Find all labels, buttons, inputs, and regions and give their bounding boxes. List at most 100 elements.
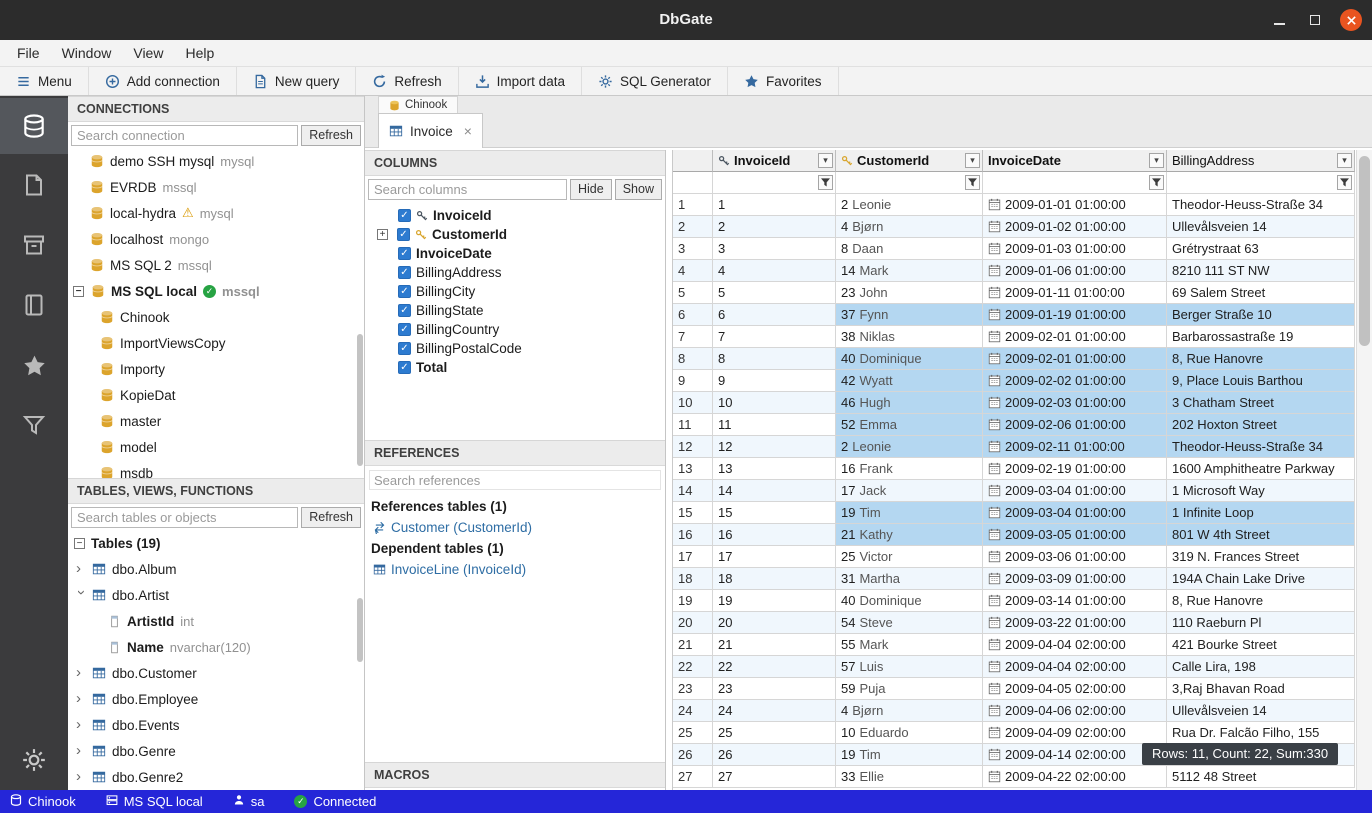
connections-refresh-button[interactable]: Refresh [301,125,361,146]
row-number-cell[interactable]: 9 [673,370,713,392]
column-menu-dropdown-icon[interactable]: ▾ [1149,153,1164,168]
filter-input-customerid[interactable] [836,172,982,193]
cell-billingaddress[interactable]: 194A Chain Lake Drive [1167,568,1355,590]
connection-item[interactable]: MS SQL 2 mssql [68,252,364,278]
checkbox-checked-icon[interactable]: ✓ [398,323,411,336]
chevron-right-icon[interactable]: › [76,564,86,574]
close-button[interactable] [1340,9,1362,31]
grid-vertical-scrollbar[interactable] [1356,150,1372,790]
database-item[interactable]: Chinook [68,304,364,330]
column-checkbox-item[interactable]: ✓ BillingCountry [365,320,665,339]
filter-input-invoicedate[interactable] [983,172,1166,193]
cell-invoiceid[interactable]: 6 [713,304,836,326]
menu-file[interactable]: File [6,40,51,67]
checkbox-checked-icon[interactable]: ✓ [398,266,411,279]
cell-invoiceid[interactable]: 11 [713,414,836,436]
columns-search-input[interactable] [368,179,567,200]
cell-customerid[interactable]: 37 Fynn [836,304,983,326]
cell-billingaddress[interactable]: 202 Hoxton Street [1167,414,1355,436]
column-header-invoiceid[interactable]: InvoiceId ▾ [713,150,836,172]
row-number-cell[interactable]: 20 [673,612,713,634]
database-item[interactable]: ImportViewsCopy [68,330,364,356]
row-number-cell[interactable]: 2 [673,216,713,238]
column-header-invoicedate[interactable]: InvoiceDate ▾ [983,150,1167,172]
cell-invoicedate[interactable]: 2009-01-01 01:00:00 [983,194,1167,216]
column-header-customerid[interactable]: CustomerId ▾ [836,150,983,172]
tables-refresh-button[interactable]: Refresh [301,507,361,528]
row-number-cell[interactable]: 27 [673,766,713,788]
cell-invoicedate[interactable]: 2009-04-09 02:00:00 [983,722,1167,744]
row-number-cell[interactable]: 17 [673,546,713,568]
collapse-expander-icon[interactable]: − [74,538,85,549]
checkbox-checked-icon[interactable]: ✓ [398,342,411,355]
column-checkbox-item[interactable]: ✓ InvoiceId [365,206,665,225]
toolbar-favorites-button[interactable]: Favorites [728,67,839,95]
reference-link[interactable]: InvoiceLine (InvoiceId) [365,559,665,580]
show-button[interactable]: Show [615,179,662,200]
chevron-right-icon[interactable]: › [76,746,86,756]
row-number-cell[interactable]: 21 [673,634,713,656]
cell-invoiceid[interactable]: 24 [713,700,836,722]
status-database[interactable]: Chinook [10,794,76,809]
cell-billingaddress[interactable]: Grétrystraat 63 [1167,238,1355,260]
cell-invoiceid[interactable]: 8 [713,348,836,370]
cell-invoicedate[interactable]: 2009-02-06 01:00:00 [983,414,1167,436]
chevron-right-icon[interactable]: › [76,772,86,782]
cell-customerid[interactable]: 25 Victor [836,546,983,568]
cell-billingaddress[interactable]: 3 Chatham Street [1167,392,1355,414]
cell-customerid[interactable]: 46 Hugh [836,392,983,414]
cell-invoicedate[interactable]: 2009-03-22 01:00:00 [983,612,1167,634]
column-item[interactable]: ArtistId int [68,608,364,634]
cell-customerid[interactable]: 57 Luis [836,656,983,678]
row-number-cell[interactable]: 14 [673,480,713,502]
row-number-cell[interactable]: 12 [673,436,713,458]
cell-customerid[interactable]: 40 Dominique [836,348,983,370]
cell-billingaddress[interactable]: Ullevålsveien 14 [1167,216,1355,238]
cell-invoiceid[interactable]: 13 [713,458,836,480]
cell-invoiceid[interactable]: 1 [713,194,836,216]
row-number-cell[interactable]: 22 [673,656,713,678]
connections-scrollbar[interactable] [357,334,363,466]
maximize-button[interactable] [1304,9,1326,31]
cell-invoiceid[interactable]: 27 [713,766,836,788]
cell-customerid[interactable]: 33 Ellie [836,766,983,788]
cell-customerid[interactable]: 4 Bjørn [836,216,983,238]
sidebar-notebook-icon[interactable] [0,277,68,333]
column-checkbox-item[interactable]: ✓ InvoiceDate [365,244,665,263]
column-menu-dropdown-icon[interactable]: ▾ [818,153,833,168]
row-number-cell[interactable]: 26 [673,744,713,766]
cell-billingaddress[interactable]: Barbarossastraße 19 [1167,326,1355,348]
sidebar-archive-icon[interactable] [0,217,68,273]
column-checkbox-item[interactable]: ✓ BillingAddress [365,263,665,282]
cell-customerid[interactable]: 21 Kathy [836,524,983,546]
cell-customerid[interactable]: 42 Wyatt [836,370,983,392]
connection-item[interactable]: localhost mongo [68,226,364,252]
row-number-cell[interactable]: 11 [673,414,713,436]
hide-button[interactable]: Hide [570,179,612,200]
cell-billingaddress[interactable]: 8, Rue Hanovre [1167,590,1355,612]
menu-view[interactable]: View [122,40,174,67]
database-group-tab[interactable]: Chinook [378,96,458,113]
cell-invoicedate[interactable]: 2009-03-04 01:00:00 [983,502,1167,524]
filter-funnel-icon[interactable] [1149,175,1164,190]
row-number-cell[interactable]: 1 [673,194,713,216]
cell-invoicedate[interactable]: 2009-02-02 01:00:00 [983,370,1167,392]
cell-customerid[interactable]: 52 Emma [836,414,983,436]
cell-billingaddress[interactable]: 319 N. Frances Street [1167,546,1355,568]
cell-invoiceid[interactable]: 16 [713,524,836,546]
cell-invoicedate[interactable]: 2009-01-02 01:00:00 [983,216,1167,238]
checkbox-checked-icon[interactable]: ✓ [398,209,411,222]
cell-invoiceid[interactable]: 20 [713,612,836,634]
cell-customerid[interactable]: 55 Mark [836,634,983,656]
cell-customerid[interactable]: 2 Leonie [836,436,983,458]
cell-billingaddress[interactable]: Calle Lira, 198 [1167,656,1355,678]
row-number-cell[interactable]: 23 [673,678,713,700]
table-item[interactable]: › dbo.Artist [68,582,364,608]
cell-invoiceid[interactable]: 22 [713,656,836,678]
cell-invoiceid[interactable]: 2 [713,216,836,238]
column-item[interactable]: Name nvarchar(120) [68,634,364,660]
cell-invoicedate[interactable]: 2009-01-19 01:00:00 [983,304,1167,326]
toolbar-refresh-button[interactable]: Refresh [356,67,458,95]
column-checkbox-item[interactable]: ✓ BillingState [365,301,665,320]
toolbar-new-query-button[interactable]: New query [237,67,357,95]
